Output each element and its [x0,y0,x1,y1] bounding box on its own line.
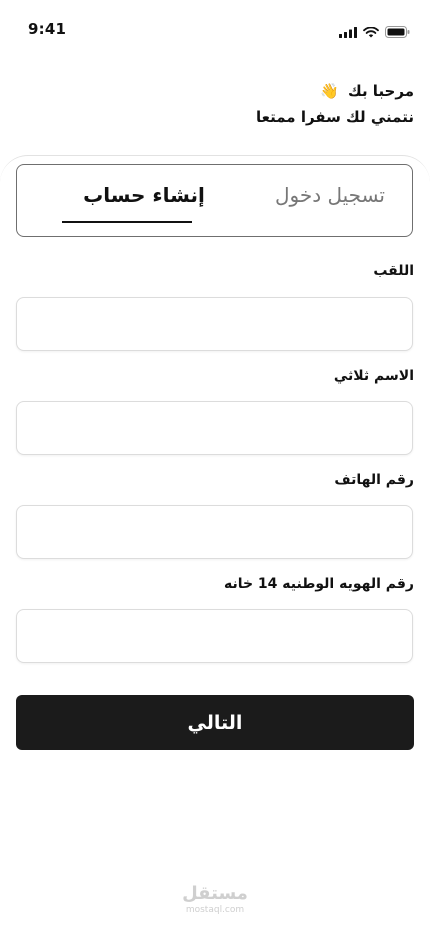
full-name-input[interactable] [16,401,413,455]
phone-input[interactable] [16,505,413,559]
waving-hand-icon: 👋 [320,82,339,100]
watermark: مستقل mostaql.com [0,884,430,916]
status-time: 9:41 [28,20,67,38]
battery-icon [385,26,410,38]
tab-signup[interactable]: إنشاء حساب [79,183,209,207]
wifi-icon [363,26,379,37]
greeting-welcome: مرحبا بك 👋 [256,78,414,104]
status-icons [339,26,410,38]
watermark-url: mostaql.com [185,905,245,915]
title-label: اللقب [373,263,414,279]
title-input[interactable] [16,297,413,351]
next-button[interactable]: التالي [16,695,414,750]
tab-login[interactable]: تسجيل دخول [255,183,405,207]
status-bar: 9:41 [0,0,430,60]
greeting-subtitle: نتمني لك سفرا ممتعا [256,108,414,126]
cellular-signal-icon [339,26,357,38]
phone-label: رقم الهاتف [334,472,414,488]
national-id-label: رقم الهويه الوطنيه 14 خانه [223,576,414,592]
national-id-input[interactable] [16,609,413,663]
watermark-logo-text: مستقل [182,883,248,904]
active-tab-indicator [62,221,192,223]
greeting: مرحبا بك 👋 نتمني لك سفرا ممتعا [256,78,414,130]
auth-tabs: إنشاء حساب تسجيل دخول [16,164,413,237]
full-name-label: الاسم ثلاثي [333,368,414,384]
greeting-welcome-text: مرحبا بك [347,82,414,100]
